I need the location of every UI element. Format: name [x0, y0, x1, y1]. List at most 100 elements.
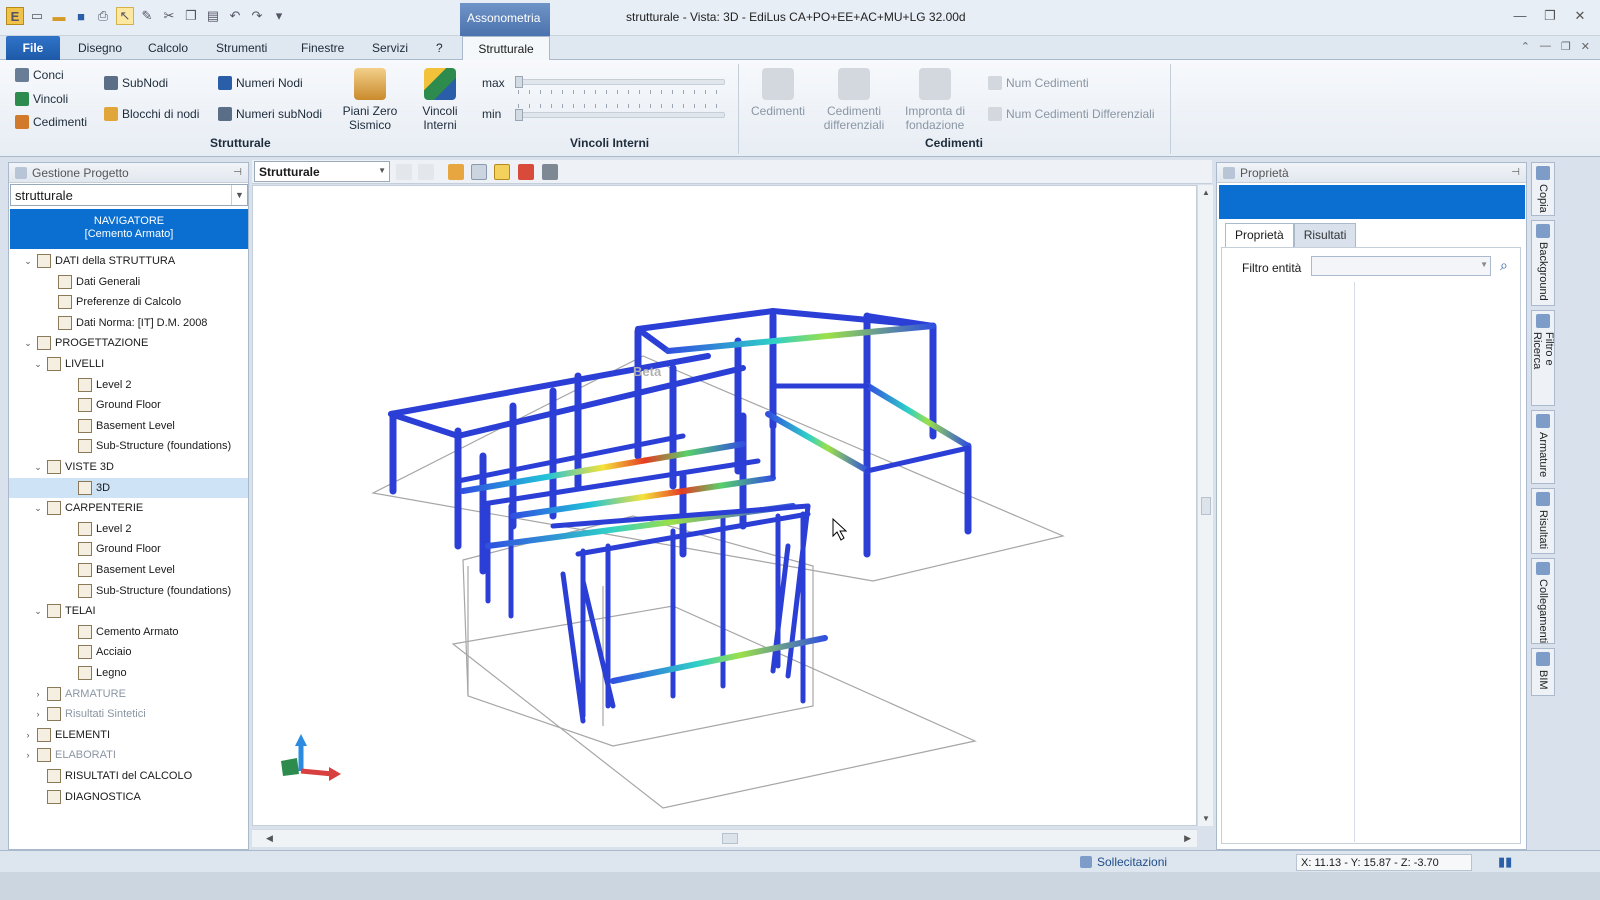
side-btn-background[interactable]: Background: [1531, 220, 1555, 306]
project-combo[interactable]: strutturale ▼: [10, 184, 248, 206]
tree-item-view-3d[interactable]: 3D: [9, 477, 248, 498]
chevron-down-icon[interactable]: ⌄: [33, 606, 43, 617]
layers-icon[interactable]: [418, 164, 434, 180]
hscroll-thumb[interactable]: [722, 833, 738, 844]
tab-calcolo[interactable]: Calcolo: [148, 41, 188, 55]
vincoli-interni-button[interactable]: Vincoli Interni: [415, 68, 465, 132]
mdi-close-icon[interactable]: ✕: [1581, 40, 1590, 53]
numeri-subnodi-button[interactable]: Numeri subNodi: [218, 107, 322, 121]
close-icon[interactable]: ✕: [1570, 8, 1590, 24]
chevron-down-icon[interactable]: ⌄: [33, 359, 43, 370]
conci-button[interactable]: Conci: [15, 68, 64, 82]
tab-disegno[interactable]: Disegno: [78, 41, 122, 55]
tab-help[interactable]: ?: [436, 41, 443, 55]
max-slider[interactable]: [515, 76, 725, 88]
tree-item-telai[interactable]: ⌄ TELAI: [9, 601, 96, 621]
chevron-down-icon[interactable]: ⌄: [23, 256, 33, 267]
side-btn-risultati[interactable]: Risultati: [1531, 488, 1555, 554]
tree-item-viste-3d[interactable]: ⌄ VISTE 3D: [9, 457, 114, 477]
tree-item-dati-norma[interactable]: Dati Norma: [IT] D.M. 2008: [9, 313, 207, 333]
minimize-icon[interactable]: —: [1510, 8, 1530, 24]
tab-servizi[interactable]: Servizi: [372, 41, 408, 55]
num-cedimenti-differenziali-button[interactable]: Num Cedimenti Differenziali: [988, 107, 1155, 121]
tree-item-acciaio[interactable]: Acciaio: [9, 642, 131, 662]
tree-item-carp-sub-structure[interactable]: Sub-Structure (foundations): [9, 581, 231, 601]
select-pointer-icon[interactable]: ↖: [116, 7, 134, 25]
numeri-nodi-button[interactable]: Numeri Nodi: [218, 76, 303, 90]
tree-item-elementi[interactable]: › ELEMENTI: [9, 725, 110, 745]
chevron-down-icon[interactable]: ⌄: [33, 462, 43, 473]
view-combo[interactable]: Strutturale ▼: [254, 161, 390, 182]
ribbon-collapse-icon[interactable]: ⌃: [1521, 40, 1530, 53]
tree-item-diagnostica[interactable]: DIAGNOSTICA: [9, 787, 141, 807]
folder-icon[interactable]: [448, 164, 464, 180]
save-icon[interactable]: ■: [72, 7, 90, 25]
tab-strumenti[interactable]: Strumenti: [216, 41, 267, 55]
chevron-right-icon[interactable]: ›: [33, 709, 43, 719]
3d-viewport[interactable]: Beta: [252, 185, 1197, 826]
pin-icon[interactable]: ⊣: [233, 167, 242, 178]
side-btn-collegamenti[interactable]: Collegamenti: [1531, 558, 1555, 644]
chevron-down-icon[interactable]: ▼: [378, 166, 386, 175]
cedimenti-button[interactable]: Cedimenti: [748, 68, 808, 118]
chevron-right-icon[interactable]: ›: [33, 689, 43, 699]
blocchi-button[interactable]: Blocchi di nodi: [104, 107, 199, 121]
scroll-right-icon[interactable]: ▶: [1184, 833, 1191, 844]
side-btn-copia[interactable]: Copia: [1531, 162, 1555, 216]
side-btn-filtro-e-ricerca[interactable]: Filtro e Ricerca: [1531, 310, 1555, 406]
mdi-restore-icon[interactable]: ❐: [1561, 40, 1571, 53]
subnodi-button[interactable]: SubNodi: [104, 76, 168, 90]
mdi-minimize-icon[interactable]: —: [1540, 40, 1551, 53]
chevron-right-icon[interactable]: ›: [23, 750, 33, 760]
camera-icon[interactable]: [542, 164, 558, 180]
zoom-window-icon[interactable]: [471, 164, 487, 180]
scroll-up-icon[interactable]: ▲: [1202, 188, 1210, 197]
tree-item-sub-structure[interactable]: Sub-Structure (foundations): [9, 436, 231, 456]
vincoli-button[interactable]: Vincoli: [15, 92, 68, 106]
tree-item-carp-ground-floor[interactable]: Ground Floor: [9, 539, 161, 559]
tab-strutturale[interactable]: Strutturale: [462, 36, 550, 61]
vertical-scrollbar[interactable]: ▲ ▼: [1197, 185, 1213, 826]
tree-item-carpenterie[interactable]: ⌄ CARPENTERIE: [9, 498, 143, 518]
scroll-thumb[interactable]: [1201, 497, 1211, 515]
tab-finestre[interactable]: Finestre: [301, 41, 344, 55]
side-btn-armature[interactable]: Armature: [1531, 410, 1555, 484]
clear-results-icon[interactable]: [518, 164, 534, 180]
restore-icon[interactable]: ❐: [1540, 8, 1560, 24]
tree-item-elaborati[interactable]: › ELABORATI: [9, 745, 116, 765]
tree-item-risultati-calcolo[interactable]: RISULTATI del CALCOLO: [9, 766, 192, 786]
tree-item-carp-level-2[interactable]: Level 2: [9, 519, 131, 539]
chevron-right-icon[interactable]: ›: [23, 730, 33, 740]
scroll-down-icon[interactable]: ▼: [1202, 814, 1210, 823]
new-file-icon[interactable]: ▭: [28, 7, 46, 25]
chart-icon[interactable]: ▮▮: [1498, 854, 1512, 870]
tree-item-dati-struttura[interactable]: ⌄ DATI della STRUTTURA: [9, 251, 175, 271]
redo-icon[interactable]: ↷: [248, 7, 266, 25]
tree-item-ground-floor[interactable]: Ground Floor: [9, 395, 161, 415]
render-toggle-icon[interactable]: [494, 164, 510, 180]
tab-risultati[interactable]: Risultati: [1293, 223, 1357, 247]
paste-icon[interactable]: ▤: [204, 7, 222, 25]
tree-item-risultati-sintetici[interactable]: › Risultati Sintetici: [9, 704, 146, 724]
chevron-down-icon[interactable]: ▼: [231, 185, 247, 205]
tree-item-carp-basement-level[interactable]: Basement Level: [9, 560, 175, 580]
tree-item-armature[interactable]: › ARMATURE: [9, 684, 126, 704]
tree-item-dati-generali[interactable]: Dati Generali: [9, 272, 140, 292]
filter-entity-select[interactable]: ▼: [1311, 256, 1491, 276]
min-slider-thumb[interactable]: [515, 109, 523, 121]
horizontal-scrollbar[interactable]: ◀ ▶: [252, 829, 1197, 847]
tree-item-livelli[interactable]: ⌄ LIVELLI: [9, 354, 104, 374]
min-slider[interactable]: [515, 109, 725, 121]
cut-icon[interactable]: ✂: [160, 7, 178, 25]
tree-item-preferenze-calcolo[interactable]: Preferenze di Calcolo: [9, 292, 181, 312]
tree-item-legno[interactable]: Legno: [9, 663, 127, 683]
sollecitazioni-indicator[interactable]: Sollecitazioni: [1080, 855, 1167, 869]
tree-item-level-2[interactable]: Level 2: [9, 375, 131, 395]
print-icon[interactable]: ⎙: [94, 7, 112, 25]
num-cedimenti-button[interactable]: Num Cedimenti: [988, 76, 1089, 90]
side-btn-bim[interactable]: BIM: [1531, 648, 1555, 696]
undo-icon[interactable]: ↶: [226, 7, 244, 25]
app-logo-icon[interactable]: E: [6, 7, 24, 25]
file-button[interactable]: File: [6, 36, 60, 60]
search-icon[interactable]: ⌕: [1500, 257, 1508, 274]
